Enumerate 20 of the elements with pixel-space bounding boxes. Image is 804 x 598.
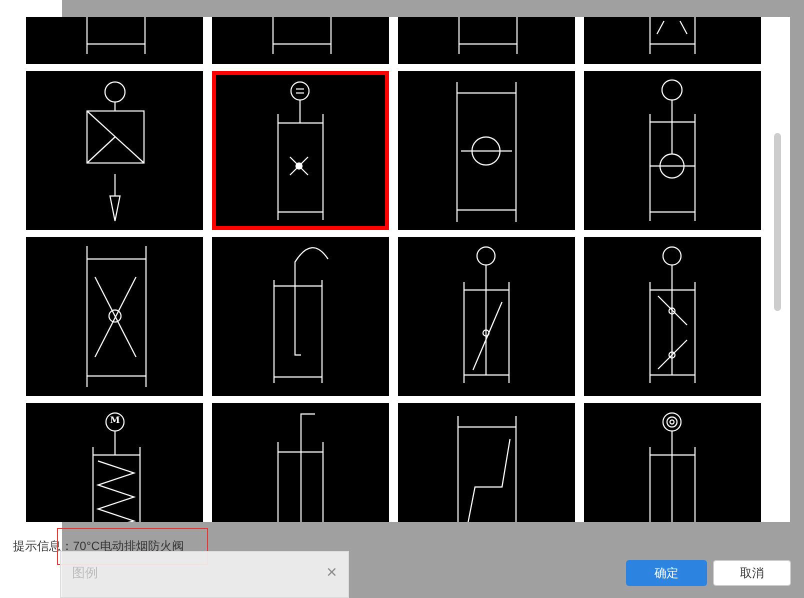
- cancel-button[interactable]: 取消: [713, 560, 791, 586]
- symbol-drawing: [649, 17, 696, 54]
- symbol-tile[interactable]: [212, 237, 389, 396]
- symbol-tile[interactable]: M: [26, 403, 203, 522]
- symbol-drawing: [272, 17, 332, 54]
- symbol-label: M: [110, 415, 120, 427]
- confirm-button[interactable]: 确定: [626, 560, 707, 586]
- symbol-tile[interactable]: [584, 403, 761, 522]
- symbol-tile[interactable]: [212, 71, 389, 230]
- symbol-tile[interactable]: [398, 403, 575, 522]
- symbol-tile[interactable]: [212, 403, 389, 522]
- symbol-tile[interactable]: [584, 237, 761, 396]
- symbol-tile[interactable]: [398, 237, 575, 396]
- symbol-drawing: [86, 17, 146, 54]
- symbol-drawing: [458, 17, 518, 54]
- symbol-tile[interactable]: [398, 71, 575, 230]
- scrollbar-thumb[interactable]: [774, 133, 781, 311]
- symbol-tile[interactable]: [26, 237, 203, 396]
- symbol-tile[interactable]: [584, 71, 761, 230]
- symbol-tile[interactable]: [26, 71, 203, 230]
